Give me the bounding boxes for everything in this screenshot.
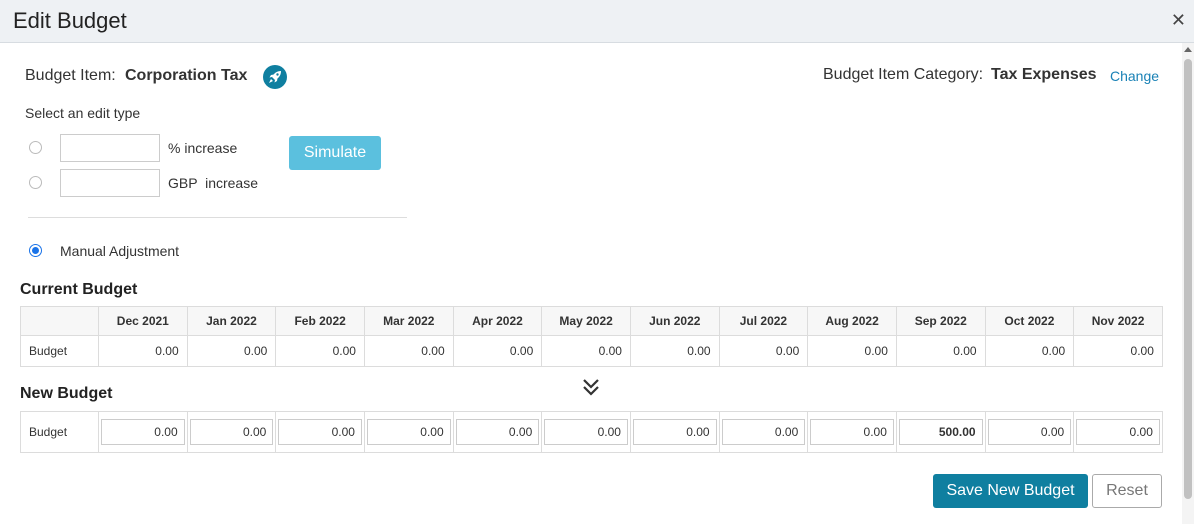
new-budget-title: New Budget <box>20 385 113 402</box>
budget-cell: 0.00 <box>275 335 365 367</box>
month-header: Feb 2022 <box>275 306 365 336</box>
row-label: Budget <box>20 411 99 453</box>
budget-item-value: Corporation Tax <box>125 67 248 84</box>
budget-input[interactable]: 0.00 <box>1076 419 1160 445</box>
manual-adjustment-label: Manual Adjustment <box>60 243 180 259</box>
new-budget-table: Budget 0.00 0.00 0.00 0.00 0.00 0.00 0.0… <box>20 411 1163 453</box>
budget-item-label: Budget Item: <box>25 67 116 84</box>
rocket-icon[interactable] <box>263 65 287 89</box>
budget-input[interactable]: 0.00 <box>278 419 362 445</box>
budget-cell: 0.00 <box>1073 335 1163 367</box>
budget-input[interactable]: 0.00 <box>810 419 894 445</box>
budget-input[interactable]: 0.00 <box>721 419 806 445</box>
month-header: May 2022 <box>541 306 631 336</box>
percent-increase-label: % increase <box>168 140 238 156</box>
budget-cell: 0.00 <box>186 335 277 367</box>
current-budget-table: Dec 2021 Jan 2022 Feb 2022 Mar 2022 Apr … <box>20 306 1163 367</box>
change-category-link[interactable]: Change <box>1110 68 1159 84</box>
modal-header: Edit Budget ✕ <box>0 0 1194 43</box>
table-row: Budget 0.00 0.00 0.00 0.00 0.00 0.00 0.0… <box>20 411 1163 453</box>
percent-increase-input[interactable] <box>60 134 160 162</box>
month-header: Dec 2021 <box>98 306 188 336</box>
budget-cell: 0.00 <box>895 335 986 367</box>
category-value: Tax Expenses <box>991 66 1097 83</box>
budget-cell: 0.00 <box>363 335 454 367</box>
budget-input[interactable]: 0.00 <box>987 419 1072 445</box>
month-header: Jun 2022 <box>629 306 720 336</box>
month-header: Sep 2022 <box>895 306 986 336</box>
budget-cell: 0.00 <box>984 335 1075 367</box>
scrollbar-thumb[interactable] <box>1184 59 1192 499</box>
budget-input[interactable]: 0.00 <box>544 419 628 445</box>
current-budget-title: Current Budget <box>20 281 138 298</box>
save-new-budget-button[interactable]: Save New Budget <box>933 474 1088 508</box>
table-row: Budget 0.00 0.00 0.00 0.00 0.00 0.00 0.0… <box>20 335 1163 367</box>
budget-cell: 0.00 <box>98 335 188 367</box>
month-header: Jan 2022 <box>186 306 277 336</box>
month-header: Apr 2022 <box>452 306 543 336</box>
gbp-increase-label: GBP increase <box>168 175 259 191</box>
budget-input[interactable]: 500.00 <box>898 419 983 445</box>
budget-cell: 0.00 <box>629 335 720 367</box>
budget-cell: 0.00 <box>807 335 897 367</box>
close-icon[interactable]: ✕ <box>1171 10 1186 31</box>
gbp-increase-input[interactable] <box>60 169 160 197</box>
divider <box>28 217 407 218</box>
simulate-button[interactable]: Simulate <box>289 136 381 170</box>
month-header: Aug 2022 <box>807 306 897 336</box>
budget-input[interactable]: 0.00 <box>455 419 540 445</box>
month-header: Nov 2022 <box>1073 306 1163 336</box>
manual-adjustment-radio[interactable] <box>29 244 42 257</box>
percent-increase-radio[interactable] <box>29 141 42 154</box>
budget-cell: 0.00 <box>718 335 809 367</box>
edit-type-heading: Select an edit type <box>25 105 141 121</box>
budget-cell: 0.00 <box>452 335 543 367</box>
scroll-up-icon[interactable] <box>1184 47 1192 52</box>
budget-input[interactable]: 0.00 <box>632 419 717 445</box>
month-header: Mar 2022 <box>363 306 454 336</box>
budget-input[interactable]: 0.00 <box>366 419 451 445</box>
budget-input[interactable]: 0.00 <box>101 419 185 445</box>
double-chevron-down-icon[interactable] <box>582 377 600 397</box>
modal-title: Edit Budget <box>13 8 127 33</box>
reset-button[interactable]: Reset <box>1092 474 1162 508</box>
category-label: Budget Item Category: <box>823 66 984 83</box>
month-header: Oct 2022 <box>984 306 1075 336</box>
table-header-row: Dec 2021 Jan 2022 Feb 2022 Mar 2022 Apr … <box>20 306 1163 336</box>
budget-cell: 0.00 <box>541 335 631 367</box>
budget-input[interactable]: 0.00 <box>189 419 274 445</box>
scrollbar[interactable] <box>1182 43 1194 524</box>
month-header: Jul 2022 <box>718 306 809 336</box>
corner-cell <box>20 306 99 336</box>
gbp-increase-radio[interactable] <box>29 176 42 189</box>
row-label: Budget <box>20 335 99 367</box>
